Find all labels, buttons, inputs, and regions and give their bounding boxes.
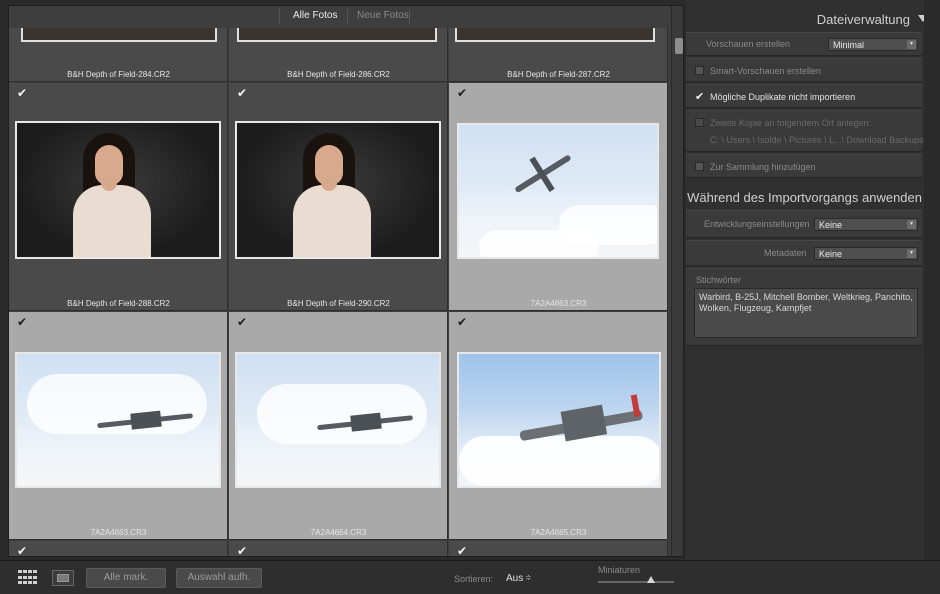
smart-previews-row[interactable]: Smart-Vorschauen erstellen — [686, 58, 922, 82]
tab-divider — [409, 9, 410, 24]
chevron-down-icon: ▾ — [907, 40, 916, 49]
section-title: Dateiverwaltung — [816, 12, 910, 27]
uncheck-all-button[interactable]: Auswahl aufh. — [176, 568, 262, 588]
add-collection-checkbox[interactable] — [695, 162, 704, 171]
add-collection-label: Zur Sammlung hinzufügen — [710, 162, 816, 172]
chevron-down-icon: ▾ — [907, 249, 916, 258]
scroll-thumb[interactable] — [675, 38, 683, 54]
file-name: 7A2A4663.CR3 — [90, 528, 147, 537]
second-copy-checkbox[interactable] — [695, 118, 704, 127]
aircraft-photo — [237, 354, 439, 486]
sort-arrows-icon[interactable]: ≑ — [525, 573, 532, 582]
photo-thumbnail[interactable] — [21, 28, 217, 42]
section-title: Während des Importvorgangs anwenden — [687, 190, 922, 205]
develop-settings-row: Entwicklungseinstellungen Keine ▾ — [686, 210, 922, 238]
smart-previews-checkbox[interactable] — [695, 66, 704, 75]
file-name: 7A2A4665.CR3 — [530, 528, 587, 537]
file-name: B&H Depth of Field-290.CR2 — [287, 299, 390, 308]
portrait-photo — [17, 123, 219, 257]
no-duplicates-label: Mögliche Duplikate nicht importieren — [710, 92, 856, 102]
include-checkbox[interactable]: ✔ — [237, 87, 249, 99]
thumbnail-size-slider[interactable] — [598, 581, 674, 583]
include-checkbox[interactable]: ✔ — [457, 87, 469, 99]
photo-thumbnail[interactable] — [235, 352, 441, 488]
tab-divider — [279, 9, 280, 24]
no-duplicates-row[interactable]: ✔ Mögliche Duplikate nicht importieren — [686, 84, 922, 108]
grid-cell[interactable]: ✔ 7A2A4665.CR3 — [449, 312, 668, 540]
keywords-label: Stichwörter — [696, 275, 742, 285]
file-name: 7A2A4663.CR3 — [530, 299, 587, 308]
file-name: B&H Depth of Field-286.CR2 — [287, 70, 390, 79]
second-copy-row[interactable]: Zweite Kopie an folgendem Ort anlegen: C… — [686, 110, 924, 152]
aircraft-photo — [17, 354, 219, 486]
metadata-value: Keine — [819, 249, 843, 259]
chevron-down-icon: ▾ — [907, 220, 916, 229]
previews-row: Vorschauen erstellen Minimal ▾ — [686, 32, 922, 56]
metadata-row: Metadaten Keine ▾ — [686, 240, 922, 266]
grid-view-icon[interactable] — [18, 570, 38, 586]
grid-cell[interactable]: ✔ B&H Depth of Field-290.CR2 — [229, 83, 448, 311]
grid-cell[interactable]: ✔ — [9, 541, 228, 556]
slider-knob[interactable] — [647, 576, 656, 583]
keywords-field[interactable]: Warbird, B-25J, Mitchell Bomber, Weltkri… — [694, 288, 918, 338]
include-checkbox[interactable]: ✔ — [17, 316, 29, 328]
photo-thumbnail[interactable] — [455, 28, 655, 42]
tab-new-photos[interactable]: Neue Fotos — [357, 10, 409, 21]
include-checkbox[interactable]: ✔ — [237, 545, 249, 556]
metadata-label: Metadaten — [764, 248, 807, 258]
aircraft-photo — [459, 354, 659, 486]
source-tabs: Alle Fotos Neue Fotos — [9, 6, 669, 28]
add-collection-row[interactable]: Zur Sammlung hinzufügen — [686, 154, 922, 178]
grid-cell[interactable]: ✔ 7A2A4663.CR3 — [449, 83, 668, 311]
portrait-photo — [237, 123, 439, 257]
include-checkbox[interactable]: ✔ — [457, 316, 469, 328]
aircraft-photo — [459, 125, 657, 257]
include-checkbox[interactable]: ✔ — [17, 87, 29, 99]
photo-thumbnail[interactable] — [457, 352, 661, 488]
file-name: B&H Depth of Field-287.CR2 — [507, 70, 610, 79]
second-copy-label: Zweite Kopie an folgendem Ort anlegen: — [710, 118, 872, 128]
photo-thumbnail[interactable] — [457, 123, 659, 259]
file-name: B&H Depth of Field-288.CR2 — [67, 299, 170, 308]
bottom-toolbar: Alle mark. Auswahl aufh. Sortieren: Aus … — [0, 560, 940, 594]
file-name: B&H Depth of Field-284.CR2 — [67, 70, 170, 79]
previews-label: Vorschauen erstellen — [706, 39, 791, 49]
apply-during-import-header[interactable]: Während des Importvorgangs anwenden — [686, 186, 940, 210]
import-window: Alle Fotos Neue Fotos B&H Depth of Field… — [0, 0, 940, 594]
photo-thumbnail[interactable] — [15, 121, 221, 259]
include-checkbox[interactable]: ✔ — [237, 316, 249, 328]
grid-scrollbar[interactable] — [671, 6, 683, 556]
grid-cell[interactable]: ✔ 7A2A4663.CR3 — [9, 312, 228, 540]
previews-select[interactable]: Minimal ▾ — [828, 38, 918, 51]
smart-previews-label: Smart-Vorschauen erstellen — [710, 66, 822, 76]
metadata-select[interactable]: Keine ▾ — [814, 247, 918, 260]
previews-value: Minimal — [833, 40, 865, 50]
checked-checkbox-icon[interactable]: ✔ — [695, 90, 704, 103]
sort-select[interactable]: Aus — [506, 573, 523, 584]
check-all-button[interactable]: Alle mark. — [86, 568, 166, 588]
panel-scrollbar[interactable] — [924, 0, 940, 560]
grid-cell[interactable]: ✔ — [229, 541, 448, 556]
tab-divider — [347, 9, 348, 24]
file-handling-header[interactable]: Dateiverwaltung — [686, 8, 940, 32]
develop-settings-value: Keine — [819, 220, 843, 230]
include-checkbox[interactable]: ✔ — [457, 545, 469, 556]
thumbnails-label: Miniaturen — [598, 565, 641, 575]
loupe-view-icon[interactable] — [52, 570, 74, 586]
develop-settings-label: Entwicklungseinstellungen — [704, 219, 810, 229]
develop-settings-select[interactable]: Keine ▾ — [814, 218, 918, 231]
grid-cell[interactable]: ✔ 7A2A4664.CR3 — [229, 312, 448, 540]
file-name: 7A2A4664.CR3 — [310, 528, 367, 537]
tab-all-photos[interactable]: Alle Fotos — [293, 10, 337, 21]
photo-thumbnail[interactable] — [237, 28, 437, 42]
sort-label: Sortieren: — [454, 574, 494, 584]
import-settings-panel: Dateiverwaltung Vorschauen erstellen Min… — [686, 0, 940, 560]
photo-thumbnail[interactable] — [235, 121, 441, 259]
grid-cell[interactable]: ✔ — [449, 541, 668, 556]
second-copy-path: C: \ Users \ Isolde \ Pictures \ L...\ D… — [710, 135, 924, 145]
include-checkbox[interactable]: ✔ — [17, 545, 29, 556]
photo-thumbnail[interactable] — [15, 352, 221, 488]
grid-cell[interactable]: ✔ B&H Depth of Field-288.CR2 — [9, 83, 228, 311]
photo-grid: Alle Fotos Neue Fotos B&H Depth of Field… — [8, 5, 684, 557]
